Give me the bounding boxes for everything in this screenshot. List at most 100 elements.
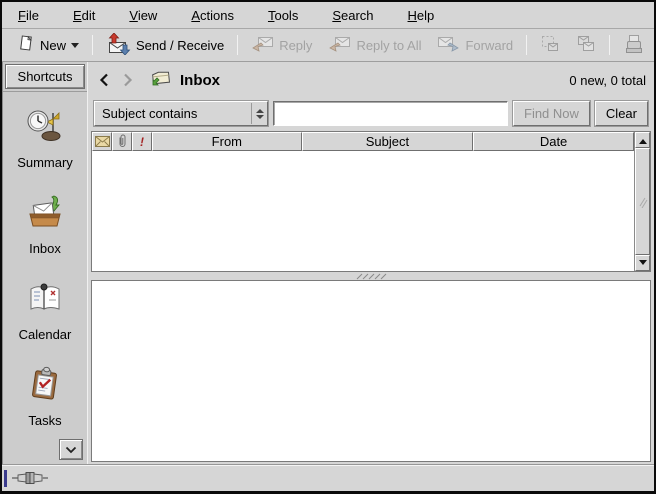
column-header-date[interactable]: Date [473, 132, 634, 151]
status-bar [2, 464, 654, 491]
search-filter-dropdown[interactable]: Subject contains [94, 101, 268, 126]
sidebar-item-inbox[interactable]: Inbox [26, 194, 64, 256]
arrow-up-icon [639, 135, 647, 144]
forward-button-label: Forward [465, 38, 513, 53]
reply-to-all-button-label: Reply to All [356, 38, 421, 53]
copy-to-folder-icon [576, 34, 596, 56]
reply-to-all-button[interactable]: Reply to All [323, 30, 426, 61]
print-icon [623, 34, 645, 57]
menu-view-label-tail: iew [138, 8, 158, 23]
menu-help[interactable]: Help [406, 6, 437, 25]
forward-arrow-icon [123, 73, 133, 87]
paperclip-icon [118, 134, 127, 149]
sidebar-item-calendar[interactable]: Calendar [19, 280, 72, 342]
shortcuts-header-button[interactable]: Shortcuts [5, 64, 85, 89]
menu-file[interactable]: File [16, 6, 41, 25]
column-header-subject-label: Subject [366, 134, 409, 149]
column-header-from-label: From [212, 134, 242, 149]
sidebar-item-summary-label: Summary [17, 155, 73, 170]
copy-to-folder-button[interactable] [571, 30, 601, 60]
menu-help-label: H [408, 8, 417, 23]
back-button[interactable] [96, 72, 112, 88]
page-title: Inbox [180, 72, 220, 89]
menu-search-label: S [332, 8, 341, 23]
scroll-down-button[interactable] [635, 255, 650, 271]
search-input[interactable] [273, 101, 508, 126]
shortcuts-sidebar: Shortcuts [2, 62, 88, 464]
column-header-priority[interactable]: ! [132, 132, 152, 151]
menu-tools-label-tail: ools [274, 8, 298, 23]
toolbar-separator [237, 35, 238, 55]
chevron-down-icon [71, 43, 79, 52]
splitter-grip-icon [354, 273, 388, 280]
move-to-folder-icon [540, 34, 560, 56]
back-arrow-icon [99, 73, 109, 87]
scrollbar-grip-icon [638, 196, 648, 208]
new-button[interactable]: New [12, 30, 84, 60]
online-status-connector-icon[interactable] [12, 471, 50, 485]
column-header-date-label: Date [540, 134, 567, 149]
chevron-down-icon [65, 446, 77, 454]
folder-message-count: 0 new, 0 total [569, 73, 646, 88]
combo-arrows-icon [251, 103, 267, 124]
calendar-book-icon [26, 280, 64, 319]
new-message-icon [17, 34, 35, 56]
envelope-icon [95, 136, 110, 147]
reply-to-all-icon [328, 34, 351, 57]
find-now-button[interactable]: Find Now [513, 101, 590, 126]
clear-button[interactable]: Clear [595, 101, 648, 126]
menu-help-label-tail: elp [417, 8, 434, 23]
new-button-label: New [40, 38, 66, 53]
menu-actions[interactable]: Actions [189, 6, 236, 25]
scrollbar-thumb[interactable] [635, 148, 650, 255]
sidebar-item-inbox-label: Inbox [29, 241, 61, 256]
toolbar-separator [92, 35, 93, 55]
priority-icon: ! [140, 135, 144, 149]
reply-button-label: Reply [279, 38, 312, 53]
column-header-status[interactable] [92, 132, 112, 151]
evolution-window: File Edit View Actions Tools Search Help… [0, 0, 656, 494]
column-header-subject[interactable]: Subject [302, 132, 473, 151]
content-area: Shortcuts [2, 62, 654, 464]
menu-view[interactable]: View [127, 6, 159, 25]
move-to-folder-button[interactable] [535, 30, 565, 60]
menu-search[interactable]: Search [330, 6, 375, 25]
send-receive-button-label: Send / Receive [136, 38, 224, 53]
column-header-from[interactable]: From [152, 132, 302, 151]
column-header-row: ! From Subject Date [92, 132, 634, 151]
menu-tools[interactable]: Tools [266, 6, 300, 25]
menu-search-label-tail: earch [341, 8, 374, 23]
menu-file-label-tail: ile [26, 8, 39, 23]
message-list: ! From Subject Date [91, 131, 651, 272]
menu-actions-label: A [191, 8, 200, 23]
sidebar-item-summary[interactable]: Summary [17, 108, 73, 170]
menu-file-label: F [18, 8, 26, 23]
forward-button-nav[interactable] [120, 72, 136, 88]
menu-bar: File Edit View Actions Tools Search Help [2, 2, 654, 29]
scroll-up-button[interactable] [635, 132, 650, 148]
preview-pane[interactable] [91, 280, 651, 462]
message-rows-empty[interactable] [92, 151, 634, 271]
forward-icon [437, 34, 460, 57]
pane-splitter[interactable] [88, 272, 654, 280]
inbox-folder-icon [150, 69, 172, 91]
forward-button[interactable]: Forward [432, 30, 518, 61]
vertical-scrollbar[interactable] [634, 132, 650, 271]
sidebar-item-tasks[interactable]: Tasks [26, 366, 64, 428]
find-now-button-label: Find Now [524, 106, 579, 121]
menu-view-label: V [129, 8, 137, 23]
shortcut-list: Summary Inbox [3, 91, 87, 464]
column-header-attachment[interactable] [112, 132, 132, 151]
status-progress-strip [4, 470, 7, 487]
menu-actions-label-tail: ctions [200, 8, 234, 23]
main-panel: Inbox 0 new, 0 total Subject contains Fi… [88, 62, 654, 464]
inbox-tray-icon [26, 194, 64, 233]
menu-edit[interactable]: Edit [71, 6, 97, 25]
send-receive-button[interactable]: Send / Receive [101, 29, 229, 62]
menu-edit-label-tail: dit [82, 8, 96, 23]
shortcuts-scroll-down-button[interactable] [59, 439, 83, 460]
reply-button[interactable]: Reply [246, 30, 317, 61]
folder-header: Inbox 0 new, 0 total [88, 62, 654, 98]
shortcuts-header-label: Shortcuts [18, 69, 73, 84]
print-button[interactable] [618, 30, 650, 61]
